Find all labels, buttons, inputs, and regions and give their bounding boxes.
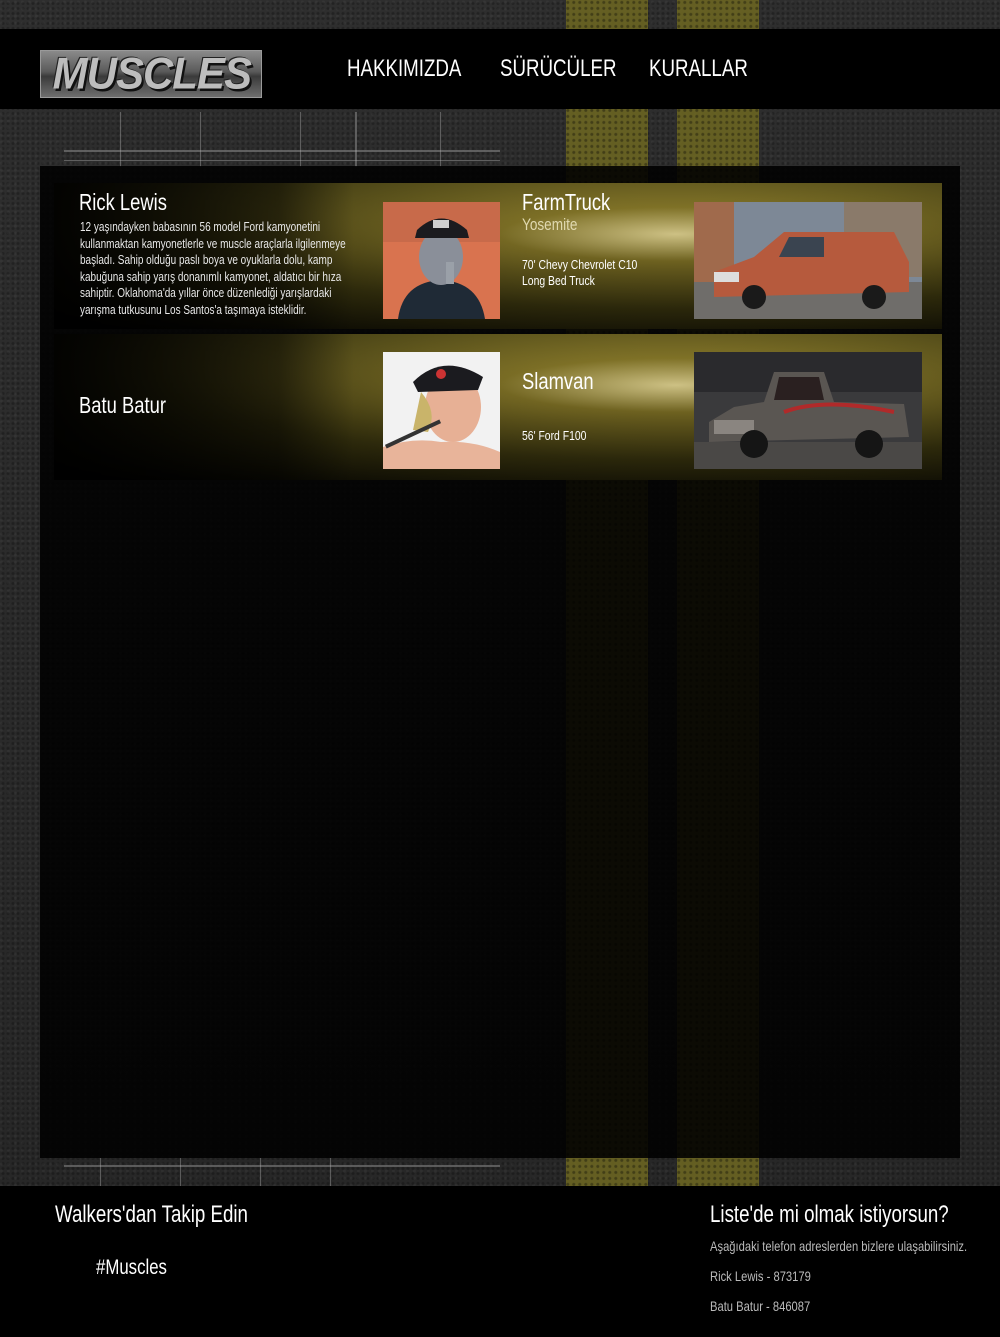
driver-name: Rick Lewis [79, 189, 167, 215]
contact-item: Batu Batur - 846087 [710, 1298, 811, 1314]
car-model: 70' Chevy Chevrolet C10 Long Bed Truck [522, 257, 638, 288]
hashtag-link[interactable]: #Muscles [96, 1256, 167, 1280]
contact-item: Rick Lewis - 873179 [710, 1268, 811, 1284]
nav-drivers[interactable]: SÜRÜCÜLER [500, 55, 617, 83]
car-image [694, 352, 922, 469]
logo-text: MUSCLES [52, 48, 252, 99]
car-name: FarmTruck [522, 189, 611, 215]
car-subtitle: Yosemite [522, 215, 578, 234]
driver-avatar [383, 352, 500, 469]
car-name: Slamvan [522, 368, 594, 394]
list-title: Liste'de mi olmak istiyorsun? [710, 1201, 949, 1228]
driver-avatar [383, 202, 500, 319]
follow-title: Walkers'dan Takip Edin [55, 1201, 248, 1228]
car-image [694, 202, 922, 319]
site-header: MUSCLES HAKKIMIZDA SÜRÜCÜLER KURALLAR [0, 29, 1000, 109]
nav-rules[interactable]: KURALLAR [649, 55, 748, 83]
site-footer: Walkers'dan Takip Edin #Muscles Liste'de… [0, 1186, 1000, 1337]
driver-row: Rick Lewis 12 yaşındayken babasının 56 m… [54, 183, 942, 329]
drivers-panel: Rick Lewis 12 yaşındayken babasının 56 m… [40, 166, 960, 1158]
nav-about[interactable]: HAKKIMIZDA [347, 55, 461, 83]
car-model: 56' Ford F100 [522, 428, 587, 443]
driver-row: Batu Batur Slamvan 56' Ford F100 [54, 334, 942, 480]
driver-description: 12 yaşındayken babasının 56 model Ford k… [80, 220, 346, 317]
driver-name: Batu Batur [79, 392, 166, 418]
site-logo[interactable]: MUSCLES [40, 48, 262, 99]
contact-intro: Aşağıdaki telefon adreslerden bizlere ul… [710, 1238, 968, 1254]
